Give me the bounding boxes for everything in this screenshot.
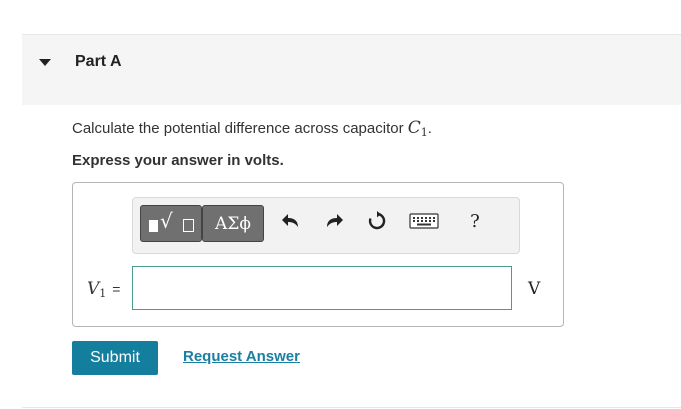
answer-input[interactable] bbox=[132, 266, 512, 310]
answer-unit: V bbox=[528, 279, 541, 299]
answer-variable-subscript: 1 bbox=[99, 287, 107, 300]
part-title: Part A bbox=[75, 53, 122, 70]
divider bbox=[22, 407, 681, 408]
question-text: Calculate the potential difference acros… bbox=[72, 118, 432, 139]
answer-instruction: Express your answer in volts. bbox=[72, 152, 284, 169]
answer-variable: V bbox=[87, 279, 100, 299]
question-prefix: Calculate the potential difference acros… bbox=[72, 120, 408, 137]
redo-arrow-icon[interactable] bbox=[322, 208, 346, 234]
answer-variable-label: V1 = bbox=[87, 279, 121, 300]
square-icon bbox=[149, 220, 158, 232]
question-suffix: . bbox=[427, 120, 432, 137]
request-answer-link[interactable]: Request Answer bbox=[183, 348, 300, 365]
keyboard-icon[interactable] bbox=[408, 208, 440, 234]
capacitor-subscript: 1 bbox=[420, 126, 428, 139]
equals-sign: = bbox=[112, 281, 121, 297]
undo-arrow-icon[interactable] bbox=[279, 208, 303, 234]
part-header[interactable]: Part A bbox=[22, 34, 681, 105]
math-toolbar: √ ΑΣϕ ? bbox=[132, 197, 520, 254]
reset-icon[interactable] bbox=[365, 208, 389, 234]
help-button[interactable]: ? bbox=[463, 208, 487, 234]
submit-button[interactable]: Submit bbox=[72, 341, 158, 375]
answer-box: √ ΑΣϕ ? V1 = V bbox=[72, 182, 564, 327]
capacitor-variable: C bbox=[407, 118, 421, 138]
square-outline-icon bbox=[183, 219, 194, 232]
templates-button[interactable]: √ bbox=[140, 205, 202, 242]
symbols-button[interactable]: ΑΣϕ bbox=[202, 205, 264, 242]
collapse-caret-icon[interactable] bbox=[39, 59, 51, 66]
radical-icon: √ bbox=[160, 209, 173, 233]
